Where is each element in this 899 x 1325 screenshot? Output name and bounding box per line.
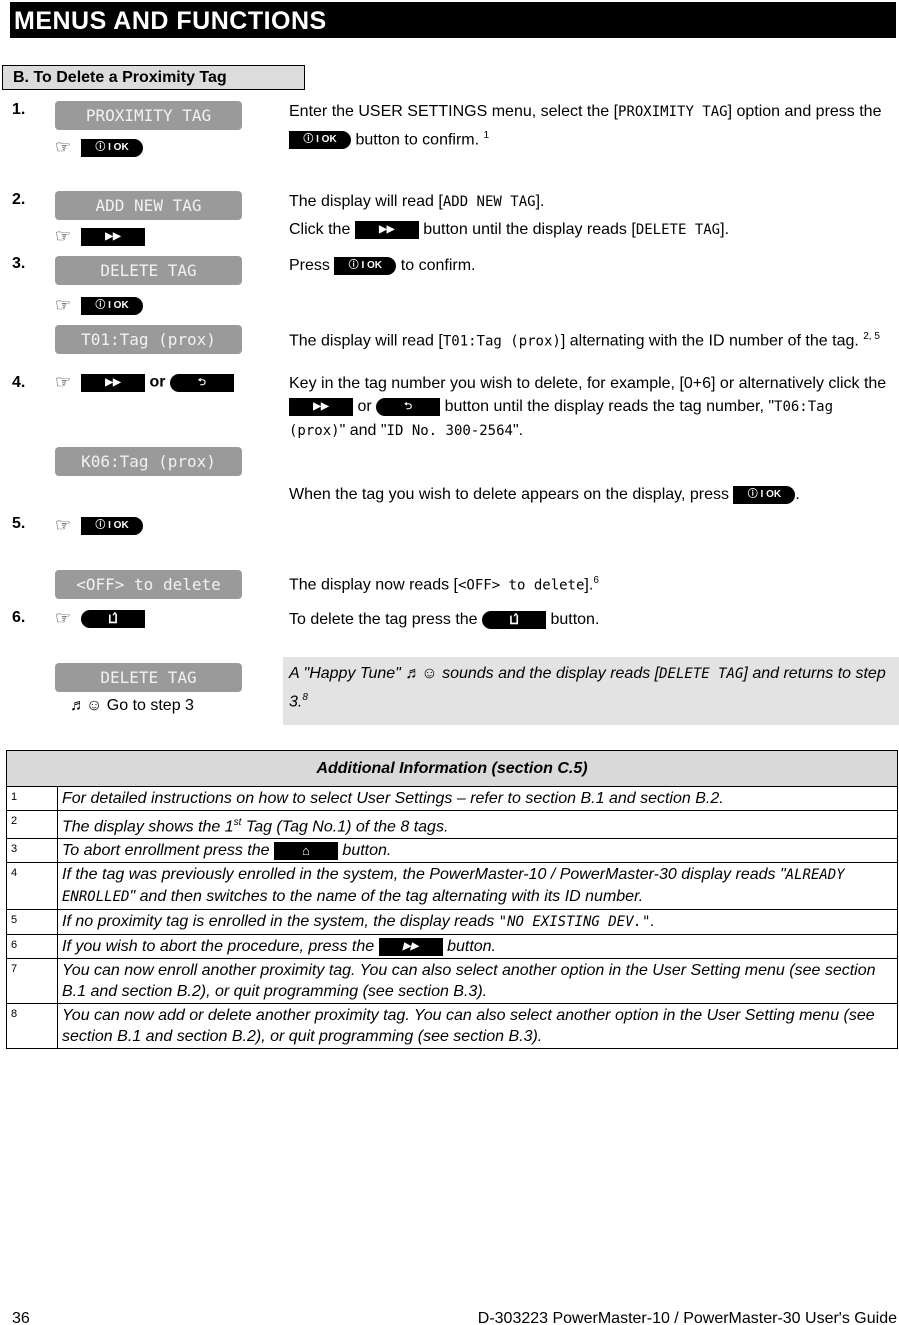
ok-button-icon: ⓘ I OK [733,485,796,504]
ok-button-icon: ⓘ I OK [334,256,397,275]
table-row: 6 If you wish to abort the procedure, pre… [6,934,898,960]
hand-pointer-icon: ☞ [55,515,72,535]
back-button-icon: ⮌ [376,397,441,416]
table-row: 2 The display shows the 1st Tag (Tag No.1… [6,809,898,840]
step-number: 6. [12,609,26,626]
ok-button-icon: ⓘ I OK [81,516,143,535]
step-text: The display will read [T01:Tag (prox)] a… [289,331,880,350]
step-text: The display will read [ADD NEW TAG]. [289,193,545,210]
ok-button-icon: ⓘ I OK [81,138,143,157]
table-title: Additional Information (section C.5) [6,750,898,787]
page-number: 36 [12,1310,30,1325]
table-row: 1 For detailed instructions on how to sel… [6,786,898,811]
step-number: 3. [12,255,26,272]
document-page: MENUS AND FUNCTIONS B. To Delete a Proxi… [0,0,899,1325]
step-number: 5. [12,515,26,532]
hand-pointer-icon: ☞ [55,608,72,628]
table-row: 3 To abort enrollment press the ⌂ button. [6,838,898,864]
action: ☞ ⓘ I OK [55,137,143,158]
additional-info-table: Additional Information (section C.5) 1 Fo… [6,750,898,1050]
fast-forward-button-icon: ▶▶ [378,938,443,957]
unlock-button-icon: ⊔̂ [81,609,145,628]
step-text: When the tag you wish to delete appears … [289,485,800,504]
ok-button-icon: ⓘ I OK [289,131,351,150]
fast-forward-button-icon: ▶▶ [289,397,353,416]
hand-pointer-icon: ☞ [55,295,72,315]
step-number: 1. [12,101,26,118]
lcd-display: <OFF> to delete [55,570,242,599]
unlock-button-icon: ⊔̂ [482,610,547,629]
action: ☞ ⓘ I OK [55,515,143,536]
page-header: MENUS AND FUNCTIONS [10,2,896,38]
back-button-icon: ⮌ [169,373,234,392]
step-text: Key in the tag number you wish to delete… [289,375,887,439]
table-row: 7 You can now enroll another proximity ta… [6,958,898,1005]
fast-forward-button-icon: ▶▶ [354,220,419,239]
lcd-display: ADD NEW TAG [55,191,242,220]
action: ☞ ⊔̂ [55,608,145,629]
table-row: 4 If the tag was previously enrolled in t… [6,862,898,911]
step-number: 4. [12,374,26,391]
step-text: Click the ▶▶ button until the display re… [289,220,730,239]
fast-forward-button-icon: ▶▶ [81,227,145,246]
table-row: 5 If no proximity tag is enrolled in the … [6,909,898,936]
result-note: A "Happy Tune" ♬☺ sounds and the display… [289,665,886,711]
lcd-display: T01:Tag (prox) [55,325,242,354]
step-text: Enter the USER SETTINGS menu, select the… [289,103,882,150]
step-text: The display now reads [<OFF> to delete].… [289,575,599,594]
section-title: B. To Delete a Proximity Tag [2,65,305,90]
step-text: To delete the tag press the ⊔̂ button. [289,610,600,629]
lcd-display: DELETE TAG [55,256,242,285]
action: ☞ ⓘ I OK [55,295,143,316]
action: ☞ ▶▶ [55,226,145,247]
lcd-display: DELETE TAG [55,663,242,692]
lcd-display: K06:Tag (prox) [55,447,242,476]
step-number: 2. [12,191,26,208]
step-text: Press ⓘ I OK to confirm. [289,256,476,275]
table-row: 8 You can now add or delete another proxi… [6,1003,898,1050]
hand-pointer-icon: ☞ [55,137,72,157]
hand-pointer-icon: ☞ [55,226,72,246]
goto-step-note: ♬☺ Go to step 3 [70,697,194,714]
action: ☞ ▶▶ or ⮌ [55,372,234,393]
hand-pointer-icon: ☞ [55,372,72,392]
lcd-display: PROXIMITY TAG [55,101,242,130]
ok-button-icon: ⓘ I OK [81,296,143,315]
home-button-icon: ⌂ [273,842,338,861]
document-title: D-303223 PowerMaster-10 / PowerMaster-30… [477,1310,897,1325]
fast-forward-button-icon: ▶▶ [81,373,145,392]
